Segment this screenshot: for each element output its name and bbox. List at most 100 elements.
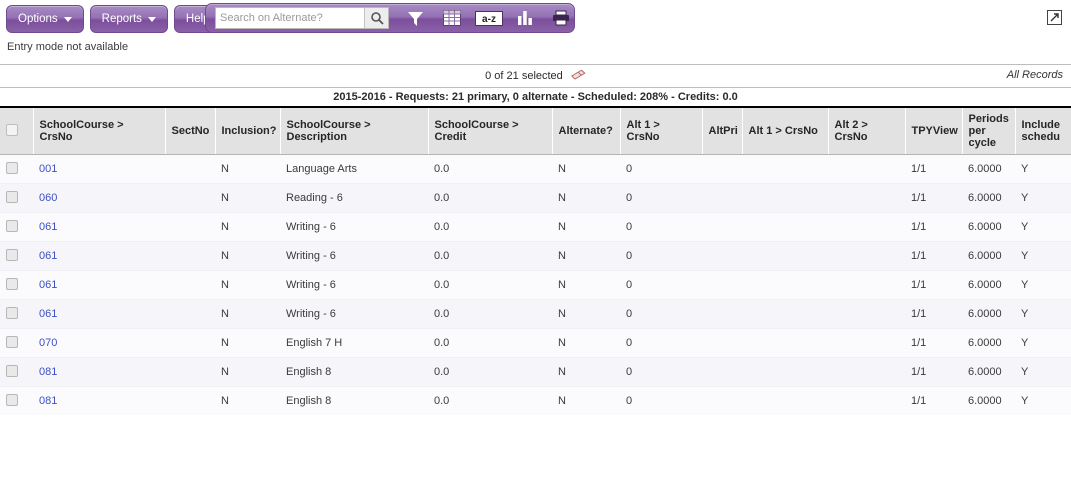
table-row[interactable]: 081 N English 8 0.0 N 0 1/1 6.0000 Y (0, 386, 1071, 415)
column-inclusion[interactable]: Inclusion? (215, 108, 281, 155)
eraser-icon[interactable] (570, 69, 586, 84)
cell-alt2 (828, 299, 905, 329)
column-tpyview[interactable]: TPYView (905, 108, 963, 155)
row-checkbox[interactable] (6, 161, 18, 174)
search-box[interactable] (215, 7, 389, 29)
cell-include: Y (1015, 270, 1071, 300)
course-number-link[interactable]: 001 (39, 163, 57, 175)
table-row[interactable]: 070 N English 7 H 0.0 N 0 1/1 6.0000 Y (0, 328, 1071, 358)
column-alt2-crsno[interactable]: Alt 2 > CrsNo (828, 108, 906, 155)
chevron-down-icon (147, 16, 156, 22)
cell-periods: 6.0000 (962, 183, 1015, 213)
cell-include: Y (1015, 328, 1071, 358)
grid-icon[interactable] (439, 5, 465, 31)
column-schoolcourse-credit[interactable]: SchoolCourse > Credit (428, 108, 553, 155)
cell-sectno (165, 183, 215, 213)
row-checkbox[interactable] (6, 277, 18, 290)
cell-alt2 (828, 270, 905, 300)
cell-credit: 0.0 (428, 154, 552, 184)
column-schoolcourse-crsno[interactable]: SchoolCourse > CrsNo (33, 108, 166, 155)
bar-chart-icon[interactable] (513, 5, 539, 31)
row-checkbox[interactable] (6, 335, 18, 348)
cell-description: English 8 (280, 386, 428, 415)
table-row[interactable]: 081 N English 8 0.0 N 0 1/1 6.0000 Y (0, 357, 1071, 387)
table-row[interactable]: 060 N Reading - 6 0.0 N 0 1/1 6.0000 Y (0, 183, 1071, 213)
column-alternate[interactable]: Alternate? (552, 108, 621, 155)
table-row[interactable]: 001 N Language Arts 0.0 N 0 1/1 6.0000 Y (0, 154, 1071, 184)
search-input[interactable] (216, 8, 364, 28)
cell-include: Y (1015, 154, 1071, 184)
cell-checkbox (0, 299, 33, 329)
course-number-link[interactable]: 061 (39, 250, 57, 262)
cell-sectno (165, 386, 215, 415)
column-alt1-crsno-a[interactable]: Alt 1 > CrsNo (620, 108, 703, 155)
column-periods-per-cycle[interactable]: Periods per cycle (962, 108, 1016, 155)
cell-periods: 6.0000 (962, 270, 1015, 300)
cell-include: Y (1015, 212, 1071, 242)
row-checkbox[interactable] (6, 219, 18, 232)
row-checkbox[interactable] (6, 248, 18, 261)
cell-alternate: N (552, 183, 620, 213)
cell-alternate: N (552, 270, 620, 300)
course-number-link[interactable]: 061 (39, 221, 57, 233)
search-go-icon[interactable] (364, 8, 388, 28)
cell-alt2 (828, 328, 905, 358)
cell-periods: 6.0000 (962, 386, 1015, 415)
column-select-all (0, 108, 34, 155)
cell-inclusion: N (215, 299, 280, 329)
column-sectno[interactable]: SectNo (165, 108, 216, 155)
table-row[interactable]: 061 N Writing - 6 0.0 N 0 1/1 6.0000 Y (0, 241, 1071, 271)
table-row[interactable]: 061 N Writing - 6 0.0 N 0 1/1 6.0000 Y (0, 299, 1071, 329)
cell-tpyview: 1/1 (905, 299, 962, 329)
cell-credit: 0.0 (428, 212, 552, 242)
column-altpri[interactable]: AltPri (702, 108, 743, 155)
cell-sectno (165, 299, 215, 329)
all-records-label[interactable]: All Records (1007, 69, 1063, 81)
row-checkbox[interactable] (6, 364, 18, 377)
cell-alternate: N (552, 299, 620, 329)
cell-altpri (702, 154, 742, 184)
sort-az-icon[interactable]: a-z (474, 5, 503, 31)
cell-inclusion: N (215, 270, 280, 300)
cell-checkbox (0, 154, 33, 184)
cell-alternate: N (552, 357, 620, 387)
table-header-row: SchoolCourse > CrsNo SectNo Inclusion? Scho… (0, 108, 1071, 155)
cell-crsno: 081 (33, 357, 165, 387)
expand-window-icon[interactable] (1047, 10, 1062, 25)
course-number-link[interactable]: 070 (39, 337, 57, 349)
select-all-checkbox[interactable] (6, 123, 18, 136)
requests-table: SchoolCourse > CrsNo SectNo Inclusion? Scho… (0, 108, 1071, 415)
cell-alt1a: 0 (620, 328, 702, 358)
filter-icon[interactable] (403, 5, 429, 31)
course-number-link[interactable]: 061 (39, 279, 57, 291)
column-include-schedule[interactable]: Include schedu (1015, 108, 1071, 155)
reports-menu-button[interactable]: Reports (89, 5, 168, 33)
table-row[interactable]: 061 N Writing - 6 0.0 N 0 1/1 6.0000 Y (0, 212, 1071, 242)
cell-sectno (165, 154, 215, 184)
course-number-link[interactable]: 060 (39, 192, 57, 204)
options-menu-button[interactable]: Options (6, 5, 84, 33)
cell-periods: 6.0000 (962, 241, 1015, 271)
cell-description: Reading - 6 (280, 183, 428, 213)
cell-checkbox (0, 183, 33, 213)
cell-alt1a: 0 (620, 357, 702, 387)
course-number-link[interactable]: 081 (39, 366, 57, 378)
row-checkbox[interactable] (6, 190, 18, 203)
course-number-link[interactable]: 061 (39, 308, 57, 320)
grid-scroll-region[interactable]: SchoolCourse > CrsNo SectNo Inclusion? Scho… (0, 108, 1071, 415)
cell-altpri (702, 183, 742, 213)
print-icon[interactable] (548, 5, 574, 31)
row-checkbox[interactable] (6, 393, 18, 406)
cell-tpyview: 1/1 (905, 328, 962, 358)
cell-checkbox (0, 270, 33, 300)
cell-crsno: 060 (33, 183, 165, 213)
cell-periods: 6.0000 (962, 357, 1015, 387)
table-row[interactable]: 061 N Writing - 6 0.0 N 0 1/1 6.0000 Y (0, 270, 1071, 300)
column-alt1-crsno-b[interactable]: Alt 1 > CrsNo (742, 108, 829, 155)
row-checkbox[interactable] (6, 306, 18, 319)
course-number-link[interactable]: 081 (39, 395, 57, 407)
column-schoolcourse-description[interactable]: SchoolCourse > Description (280, 108, 429, 155)
cell-altpri (702, 357, 742, 387)
menu-button-label: Options (18, 13, 58, 25)
cell-include: Y (1015, 386, 1071, 415)
